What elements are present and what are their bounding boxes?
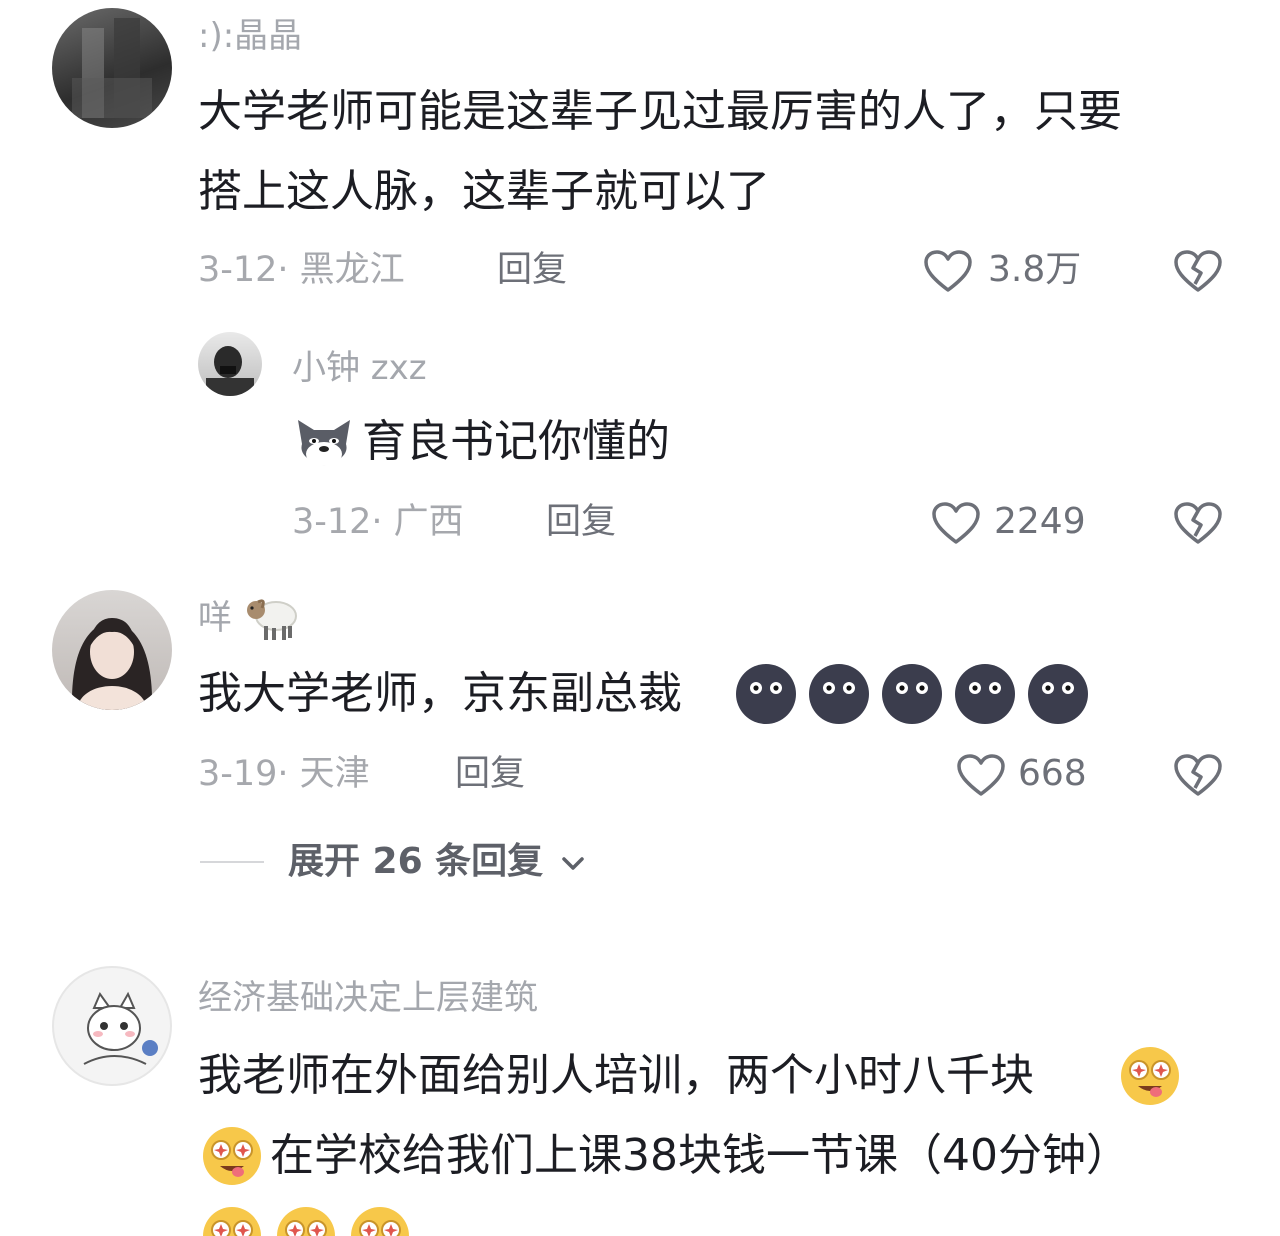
expand-replies-label: 展开 26 条回复 <box>288 841 544 882</box>
comment-text: 在学校给我们上课38块钱一节课（40分钟） <box>270 1116 1130 1196</box>
reply-meta: 3-12· 广西 <box>292 502 464 542</box>
comment-text-content: 我老师在外面给别人培训，两个小时八千块 <box>198 1050 1034 1101</box>
reply-text: 育良书记你懂的 <box>362 416 670 467</box>
comment-username[interactable]: :):晶晶 <box>198 16 302 56</box>
comment-text: 我老师在外面给别人培训，两个小时八千块 <box>198 1036 1034 1116</box>
drooling-face-emoji <box>203 1207 409 1236</box>
avatar[interactable] <box>52 8 172 128</box>
avatar-photo <box>72 18 152 118</box>
comment-meta: 3-12· 黑龙江 <box>198 250 405 290</box>
like-count: 2249 <box>994 501 1086 542</box>
drooling-face-emoji-row <box>200 1204 420 1236</box>
comment-text: 大学老师可能是这辈子见过最厉害的人了，只要 <box>198 86 1122 137</box>
avatar-photo <box>83 991 158 1065</box>
like-count: 3.8万 <box>988 249 1082 290</box>
comment-username[interactable]: 咩 <box>198 598 232 638</box>
drooling-face-emoji <box>200 1124 264 1192</box>
sheep-emoji <box>240 592 300 648</box>
avatar-photo <box>206 346 254 396</box>
like-count: 668 <box>1018 753 1087 794</box>
comment-text: 我大学老师，京东副总裁 <box>198 654 682 734</box>
reply-button[interactable]: 回复 <box>497 248 567 292</box>
dark-face-emoji <box>736 664 1088 724</box>
like-button[interactable] <box>922 248 974 294</box>
comment-meta: 3-19· 天津 <box>198 754 370 794</box>
dislike-button[interactable] <box>1172 500 1224 546</box>
comment-username[interactable]: 经济基础决定上层建筑 <box>198 978 538 1018</box>
avatar[interactable] <box>198 332 262 396</box>
avatar[interactable] <box>52 590 172 710</box>
expand-replies-button[interactable]: 展开 26 条回复 <box>288 840 586 884</box>
heart-outline-icon <box>932 502 980 544</box>
comment-text-content: 在学校给我们上课38块钱一节课（40分钟） <box>270 1130 1130 1181</box>
wolf-face-emoji <box>292 414 356 474</box>
heart-outline-icon <box>924 250 972 292</box>
reply-button[interactable]: 回复 <box>455 752 525 796</box>
reply-button[interactable]: 回复 <box>546 500 616 544</box>
expand-divider <box>200 861 264 863</box>
broken-heart-icon <box>1174 754 1222 796</box>
avatar[interactable] <box>52 966 172 1086</box>
broken-heart-icon <box>1174 250 1222 292</box>
chevron-down-icon <box>561 857 584 870</box>
dislike-button[interactable] <box>1172 248 1224 294</box>
comment-text-content: 我大学老师，京东副总裁 <box>198 668 682 719</box>
drooling-face-emoji <box>1118 1044 1182 1112</box>
like-button[interactable] <box>955 752 1007 798</box>
broken-heart-icon <box>1174 502 1222 544</box>
dark-face-emoji-row <box>734 662 1090 730</box>
comment-text: 搭上这人脉，这辈子就可以了 <box>198 166 770 217</box>
avatar-photo <box>71 618 153 710</box>
dislike-button[interactable] <box>1172 752 1224 798</box>
like-button[interactable] <box>930 500 982 546</box>
reply-username[interactable]: 小钟 zxz <box>292 348 427 388</box>
heart-outline-icon <box>957 754 1005 796</box>
